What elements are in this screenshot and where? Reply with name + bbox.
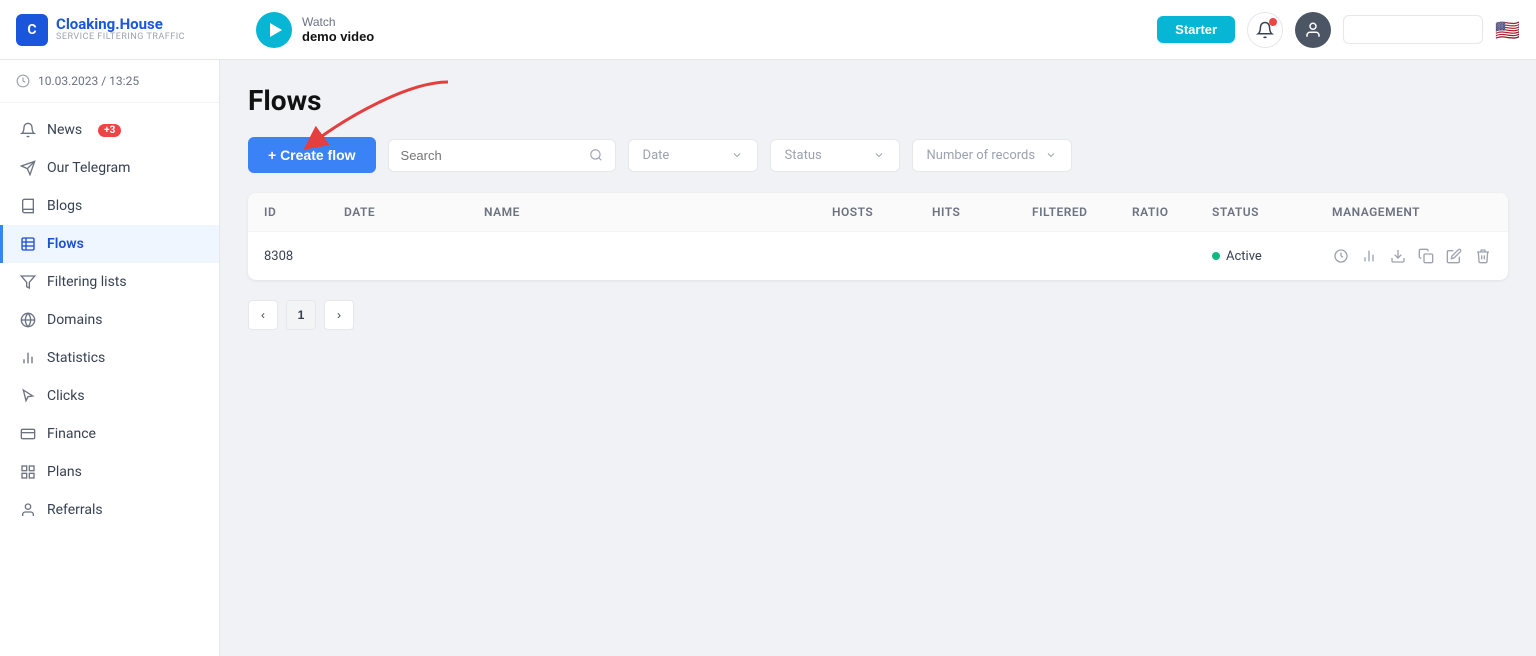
page-title: Flows [248, 84, 1508, 117]
flag-icon: 🇺🇸 [1495, 18, 1520, 42]
sidebar-item-domains[interactable]: Domains [0, 301, 219, 339]
date-filter[interactable]: Date [628, 139, 758, 172]
notification-bell[interactable] [1247, 12, 1283, 48]
header-hits: Hits [932, 205, 1032, 219]
header-filtered: Filtered [1032, 205, 1132, 219]
bell-icon [19, 121, 37, 139]
referral-icon [19, 501, 37, 519]
prev-page-button[interactable]: ‹ [248, 300, 278, 330]
create-flow-button[interactable]: + Create flow [248, 137, 376, 173]
logo-area: C Cloaking.House Service Filtering Traff… [16, 14, 226, 46]
demo-video-button[interactable]: Watch demo video [242, 6, 388, 54]
header-status: Status [1212, 205, 1332, 219]
search-box [388, 139, 616, 172]
sidebar-item-news[interactable]: News +3 [0, 111, 219, 149]
top-search-input[interactable] [1343, 15, 1483, 44]
header-name: Name [484, 205, 832, 219]
sidebar-item-telegram[interactable]: Our Telegram [0, 149, 219, 187]
globe-icon [19, 311, 37, 329]
logo-sub: Service Filtering Traffic [56, 33, 185, 43]
wallet-icon [19, 425, 37, 443]
flow-icon [19, 235, 37, 253]
bar-chart-icon [19, 349, 37, 367]
plan-icon [19, 463, 37, 481]
sidebar-item-referrals[interactable]: Referrals [0, 491, 219, 529]
table-header: ID Date Name Hosts Hits Filtered Ratio S… [248, 193, 1508, 232]
header-right: Starter 🇺🇸 [1157, 12, 1520, 48]
send-icon [19, 159, 37, 177]
table-row: 8308 Active [248, 232, 1508, 280]
starter-button[interactable]: Starter [1157, 16, 1235, 43]
status-active-dot [1212, 252, 1220, 260]
status-filter[interactable]: Status [770, 139, 900, 172]
logo-brand: Cloaking.House [56, 16, 185, 33]
sidebar-item-filtering[interactable]: Filtering lists [0, 263, 219, 301]
chevron-down-icon-3 [1045, 149, 1057, 161]
clock-icon [16, 74, 30, 88]
next-page-button[interactable]: › [324, 300, 354, 330]
sidebar-item-statistics[interactable]: Statistics [0, 339, 219, 377]
chevron-down-icon-2 [873, 149, 885, 161]
main-layout: 10.03.2023 / 13:25 News +3 Our Telegram [0, 60, 1536, 656]
chevron-down-icon [731, 149, 743, 161]
flows-table: ID Date Name Hosts Hits Filtered Ratio S… [248, 193, 1508, 280]
page-1-button[interactable]: 1 [286, 300, 316, 330]
top-header: C Cloaking.House Service Filtering Traff… [0, 0, 1536, 60]
chart-icon[interactable] [1360, 246, 1378, 266]
header-ratio: Ratio [1132, 205, 1212, 219]
sidebar-item-clicks[interactable]: Clicks [0, 377, 219, 415]
demo-text: Watch demo video [302, 15, 374, 44]
cursor-icon [19, 387, 37, 405]
delete-icon[interactable] [1474, 246, 1492, 266]
content-area: Flows + Create flow Date [220, 60, 1536, 656]
play-icon [256, 12, 292, 48]
header-id: ID [264, 205, 344, 219]
logo-text: Cloaking.House Service Filtering Traffic [56, 16, 185, 42]
notification-dot [1269, 18, 1277, 26]
header-date: Date [344, 205, 484, 219]
logo-icon: C [16, 14, 48, 46]
sidebar-datetime: 10.03.2023 / 13:25 [0, 60, 219, 103]
sidebar-item-plans[interactable]: Plans [0, 453, 219, 491]
search-icon [589, 148, 603, 162]
header-hosts: Hosts [832, 205, 932, 219]
sidebar: 10.03.2023 / 13:25 News +3 Our Telegram [0, 60, 220, 656]
download-icon[interactable] [1389, 246, 1407, 266]
toolbar: + Create flow Date [248, 137, 1508, 173]
user-icon [1304, 21, 1322, 39]
pagination: ‹ 1 › [248, 300, 1508, 330]
filter-icon [19, 273, 37, 291]
row-status: Active [1212, 249, 1332, 264]
sidebar-nav: News +3 Our Telegram Blogs Flows [0, 103, 219, 537]
avatar-button[interactable] [1295, 12, 1331, 48]
search-input[interactable] [401, 148, 581, 163]
row-management [1332, 246, 1492, 266]
header-management: Management [1332, 205, 1492, 219]
book-icon [19, 197, 37, 215]
records-filter[interactable]: Number of records [912, 139, 1072, 172]
row-id: 8308 [264, 249, 344, 264]
edit-icon[interactable] [1445, 246, 1463, 266]
sidebar-item-blogs[interactable]: Blogs [0, 187, 219, 225]
copy-icon[interactable] [1417, 246, 1435, 266]
sidebar-item-flows[interactable]: Flows [0, 225, 219, 263]
sidebar-item-finance[interactable]: Finance [0, 415, 219, 453]
timer-icon[interactable] [1332, 246, 1350, 266]
